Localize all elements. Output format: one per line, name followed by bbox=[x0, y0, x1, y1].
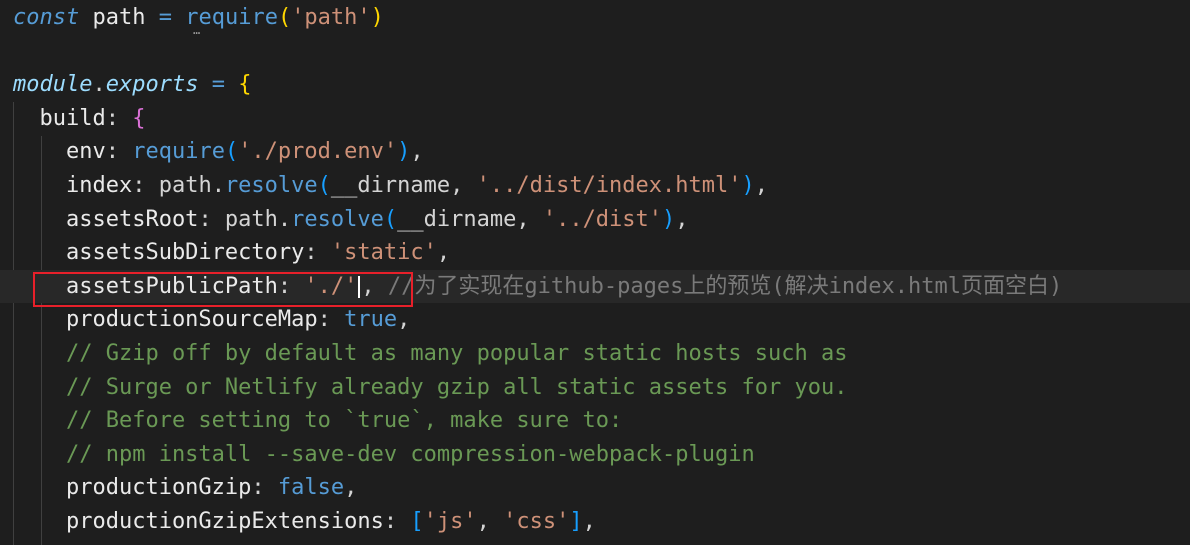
code-line[interactable]: build: { bbox=[0, 102, 1190, 136]
code-text: module.exports = { bbox=[13, 68, 251, 102]
code-token: : bbox=[383, 509, 411, 534]
code-text: build: { bbox=[13, 102, 145, 136]
code-token: : bbox=[105, 105, 133, 131]
code-token: : bbox=[251, 475, 278, 501]
code-editor[interactable]: const path = require('path') module.expor… bbox=[0, 0, 1190, 545]
code-token: './prod.env' bbox=[238, 139, 398, 165]
code-token: ) bbox=[662, 206, 676, 232]
code-text: assetsRoot: path.resolve(__dirname, '../… bbox=[13, 203, 689, 237]
code-token: , bbox=[675, 206, 689, 232]
code-token: '../dist/index.html' bbox=[476, 173, 742, 198]
code-token: 'css' bbox=[503, 509, 570, 534]
code-token: //为了实现在github-pages上的预览(解决index.html页面空白… bbox=[387, 273, 1063, 299]
code-line[interactable]: index: path.resolve(__dirname, '../dist/… bbox=[0, 169, 1190, 203]
code-token: productionGzipExtensions bbox=[13, 509, 384, 534]
code-text: // Surge or Netlify already gzip all sta… bbox=[13, 371, 847, 405]
code-token: ] bbox=[569, 509, 583, 534]
code-text: productionGzipExtensions: ['js', 'css'], bbox=[13, 505, 596, 539]
code-token: 'js' bbox=[423, 509, 477, 534]
code-token: ) bbox=[397, 139, 411, 165]
code-token: true bbox=[344, 307, 398, 333]
code-text: // Gzip off by default as many popular s… bbox=[13, 337, 847, 371]
code-token: ) bbox=[741, 173, 755, 198]
code-token: __dirname, bbox=[397, 206, 543, 232]
code-token: module bbox=[13, 72, 93, 98]
code-token: [ bbox=[410, 509, 424, 534]
code-token: ( bbox=[383, 206, 398, 232]
code-line[interactable]: const path = require('path') bbox=[0, 1, 1190, 35]
code-token: , bbox=[754, 173, 769, 198]
code-token: ) bbox=[370, 5, 384, 30]
code-token: , bbox=[436, 240, 451, 266]
code-token: , bbox=[397, 307, 411, 333]
code-line[interactable] bbox=[0, 35, 1190, 69]
code-token: __dirname, bbox=[330, 173, 477, 198]
code-token: 'path' bbox=[291, 5, 371, 30]
code-token: . bbox=[92, 72, 106, 98]
code-line[interactable]: assetsSubDirectory: 'static', bbox=[0, 236, 1190, 270]
code-token: assetsSubDirectory bbox=[13, 240, 305, 266]
code-token: : path. bbox=[132, 173, 225, 198]
code-token: resolve bbox=[224, 173, 318, 198]
code-text: index: path.resolve(__dirname, '../dist/… bbox=[13, 169, 768, 203]
code-token: ( bbox=[224, 139, 239, 165]
code-token: productionSourceMap bbox=[13, 307, 318, 333]
code-token: '../dist' bbox=[542, 206, 663, 232]
code-token: : bbox=[105, 139, 133, 165]
code-text: env: require('./prod.env'), bbox=[13, 135, 424, 169]
code-token: false bbox=[277, 475, 345, 501]
code-token: // Before setting to `true`, make sure t… bbox=[13, 408, 623, 434]
code-token: { bbox=[132, 105, 146, 131]
code-token: resolve bbox=[291, 206, 384, 232]
code-line[interactable]: assetsRoot: path.resolve(__dirname, '../… bbox=[0, 203, 1190, 237]
highlight-annotation-box bbox=[33, 272, 413, 307]
code-text: // Before setting to `true`, make sure t… bbox=[13, 404, 622, 438]
code-line[interactable]: env: require('./prod.env'), bbox=[0, 135, 1190, 169]
code-token: ( bbox=[317, 173, 331, 198]
code-token: : path. bbox=[198, 206, 292, 232]
code-text: assetsSubDirectory: 'static', bbox=[13, 236, 450, 270]
code-token: ( bbox=[277, 5, 292, 30]
code-token: { bbox=[238, 72, 252, 98]
code-token: index bbox=[13, 173, 133, 198]
code-token: // Gzip off by default as many popular s… bbox=[13, 341, 848, 366]
code-token: // npm install --save-dev compression-we… bbox=[13, 441, 755, 467]
code-token: , bbox=[476, 509, 504, 534]
code-token: : bbox=[304, 240, 331, 266]
code-token: build bbox=[13, 105, 106, 131]
code-line[interactable]: // Gzip off by default as many popular s… bbox=[0, 337, 1190, 371]
code-token: : bbox=[317, 307, 345, 333]
code-token: , bbox=[410, 139, 424, 165]
code-token: , bbox=[344, 475, 358, 501]
code-line[interactable]: productionGzip: false, bbox=[0, 471, 1190, 505]
code-token: env bbox=[13, 139, 106, 165]
hint-dots: … bbox=[193, 23, 201, 37]
code-token: , bbox=[582, 509, 596, 534]
code-token: = bbox=[158, 5, 172, 30]
code-token: productionGzip bbox=[13, 475, 252, 501]
code-token: // Surge or Netlify already gzip all sta… bbox=[13, 374, 848, 400]
code-token: require bbox=[132, 139, 225, 165]
code-line[interactable]: productionSourceMap: true, bbox=[0, 303, 1190, 337]
code-text: productionGzip: false, bbox=[13, 471, 357, 505]
code-token: path bbox=[79, 5, 159, 30]
code-token: const bbox=[13, 5, 80, 30]
code-line[interactable]: // npm install --save-dev compression-we… bbox=[0, 438, 1190, 472]
code-token: exports bbox=[105, 72, 199, 98]
code-text: // npm install --save-dev compression-we… bbox=[13, 438, 755, 472]
code-token: = bbox=[211, 72, 225, 98]
code-line[interactable]: module.exports = { bbox=[0, 68, 1190, 102]
code-line[interactable]: productionGzipExtensions: ['js', 'css'], bbox=[0, 505, 1190, 539]
code-line[interactable]: // Surge or Netlify already gzip all sta… bbox=[0, 371, 1190, 405]
code-text: productionSourceMap: true, bbox=[13, 303, 410, 337]
code-token: 'static' bbox=[330, 240, 437, 266]
code-token: assetsRoot bbox=[13, 206, 199, 232]
code-line[interactable]: // Before setting to `true`, make sure t… bbox=[0, 404, 1190, 438]
